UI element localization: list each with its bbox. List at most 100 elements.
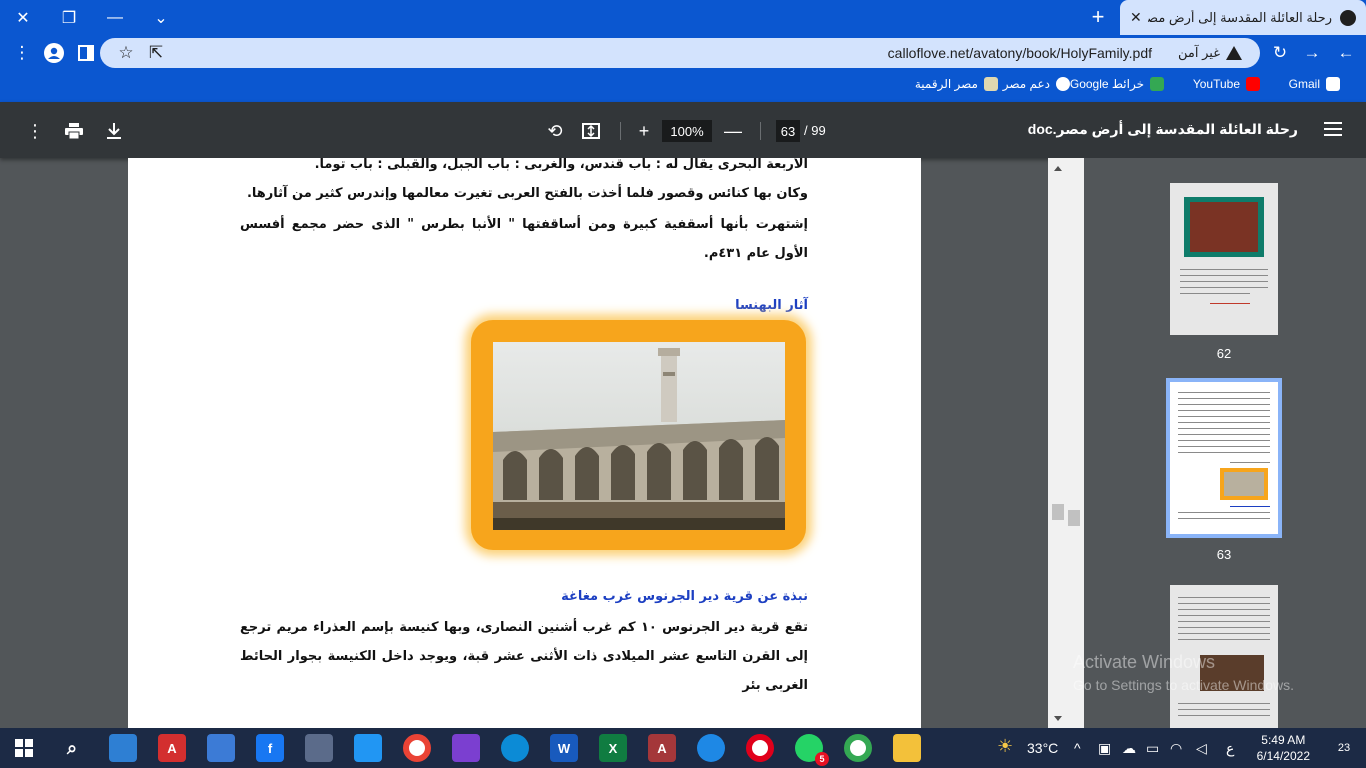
sidepanel-icon[interactable] (76, 43, 96, 63)
bookmark-label: خرائط Google (1069, 77, 1144, 91)
chrome-active-icon[interactable] (844, 734, 872, 762)
weather-temp[interactable]: 33°C (1027, 740, 1058, 756)
bookmark-label: Gmail (1288, 77, 1320, 91)
page-thumbnail-selected[interactable] (1166, 378, 1282, 538)
bookmark-google-maps[interactable]: خرائط Google (1070, 77, 1164, 91)
globe-icon (1340, 9, 1356, 26)
weather-icon[interactable]: ☀ (997, 736, 1013, 757)
security-label: غير آمن (1178, 45, 1220, 60)
sync-icon[interactable] (697, 734, 725, 762)
word-icon[interactable]: W (550, 734, 578, 762)
scroll-thumb-secondary[interactable] (1068, 510, 1080, 526)
scroll-up-icon[interactable] (1054, 166, 1062, 171)
calendar-icon[interactable] (354, 734, 382, 762)
window-minimize-button[interactable]: — (92, 0, 138, 35)
address-bar[interactable]: ☆ ⇱ calloflove.net/avatony/book/HolyFami… (100, 38, 1260, 68)
fit-page-icon[interactable] (580, 120, 602, 142)
volume-icon[interactable]: ◁ (1196, 740, 1207, 757)
search-icon[interactable]: ⌕ (58, 734, 86, 762)
bookmarks-bar: Gmail YouTube خرائط Google دعم مصر مصر ا… (0, 70, 1366, 102)
security-indicator[interactable]: غير آمن (1178, 45, 1242, 61)
tray-chevron-icon[interactable]: ^ (1074, 740, 1081, 756)
clock-time: 5:49 AM (1261, 733, 1306, 747)
scroll-down-icon[interactable] (1054, 716, 1062, 721)
bookmark-label: مصر الرقمية (914, 77, 978, 91)
chrome-icon[interactable] (403, 734, 431, 762)
page-paragraph: إشتهرت بأنها أسقفية كبيرة ومن أساقفتها "… (240, 217, 808, 261)
warning-icon (1226, 46, 1242, 60)
youtube-icon (1246, 77, 1260, 91)
page-number-input[interactable]: 63 (776, 120, 800, 142)
whatsapp-icon[interactable]: 5 (795, 734, 829, 766)
control-panel-icon[interactable] (109, 734, 137, 762)
more-options-icon[interactable]: ⋮ (24, 120, 46, 142)
section-heading: آثار البهنسا (735, 298, 808, 313)
calculator-icon[interactable] (305, 734, 333, 762)
facebook-icon[interactable]: f (256, 734, 284, 762)
divider (760, 122, 761, 140)
url-text[interactable]: calloflove.net/avatony/book/HolyFamily.p… (888, 45, 1152, 61)
tab-close-button[interactable]: ✕ (1130, 9, 1142, 26)
visual-studio-icon[interactable] (452, 734, 480, 762)
opera-icon[interactable] (746, 734, 774, 762)
bookmark-daam-masr[interactable]: دعم مصر (1003, 77, 1070, 91)
page-total: / 99 (804, 123, 826, 138)
section-heading: نبذة عن قرية دير الجرنوس غرب مغاغة (561, 589, 808, 604)
browser-tab[interactable]: رحلة العائلة المقدسة إلى أرض مصر ✕ (1120, 0, 1366, 35)
page-thumbnail[interactable] (1170, 585, 1278, 728)
photo-frame (471, 320, 806, 550)
autocad-icon[interactable]: A (158, 734, 186, 762)
language-indicator[interactable]: ع (1226, 740, 1234, 757)
thumbnail-page-number: 63 (1216, 547, 1232, 562)
battery-icon[interactable]: ▭ (1146, 740, 1159, 757)
zoom-in-button[interactable]: + (633, 120, 655, 142)
pdf-toolbar: ⋮ ⟲ + 100% — 63 / 99 رحلة العائلة المقدس… (0, 102, 1366, 158)
forward-icon[interactable]: → (1302, 43, 1322, 63)
edge-icon[interactable] (501, 734, 529, 762)
thumbnail-page-number: 62 (1216, 346, 1232, 361)
file-explorer-icon[interactable] (893, 734, 921, 762)
page-paragraph: تقع قرية دير الجرنوس ١٠ كم غرب أشنين الن… (240, 620, 809, 693)
title-bar: ✕ ❐ — ⌄ + رحلة العائلة المقدسة إلى أرض م… (0, 0, 1366, 35)
windows-start-icon[interactable] (10, 734, 38, 762)
scroll-thumb[interactable] (1052, 504, 1064, 520)
zoom-level[interactable]: 100% (662, 120, 712, 142)
bookmark-digital-egypt[interactable]: مصر الرقمية (915, 77, 998, 91)
access-icon[interactable]: A (648, 734, 676, 762)
wifi-icon[interactable]: ◠ (1170, 740, 1182, 757)
bookmark-label: YouTube (1192, 77, 1240, 91)
cloud-icon[interactable]: ☁ (1122, 740, 1136, 757)
window-restore-button[interactable]: ❐ (46, 0, 92, 35)
page-thumbnail[interactable] (1170, 183, 1278, 335)
hamburger-menu-icon[interactable] (1324, 122, 1342, 136)
meet-icon[interactable]: ▣ (1098, 740, 1111, 757)
browser-toolbar: ⋮ ☆ ⇱ calloflove.net/avatony/book/HolyFa… (0, 35, 1366, 70)
notifications-icon[interactable]: 23 (1332, 736, 1356, 760)
window-close-button[interactable]: ✕ (0, 0, 46, 35)
menu-dots-icon[interactable]: ⋮ (12, 43, 32, 63)
tab-search-button[interactable]: ⌄ (138, 0, 184, 35)
zoom-out-button[interactable]: — (722, 120, 744, 142)
rotate-icon[interactable]: ⟲ (544, 120, 566, 142)
excel-icon[interactable]: X (599, 734, 627, 762)
download-icon[interactable] (103, 120, 125, 142)
share-icon[interactable]: ⇱ (146, 43, 166, 63)
print-icon[interactable] (63, 120, 85, 142)
clock-date: 6/14/2022 (1256, 749, 1310, 763)
globe-icon (1056, 77, 1070, 91)
page-scrollbar[interactable] (1048, 158, 1084, 728)
bookmark-label: دعم مصر (1002, 77, 1050, 91)
page-text-line: الأربعة البحرى يقال له : باب قندس، والغر… (314, 158, 808, 172)
document-title: رحلة العائلة المقدسة إلى أرض مصر.doc (1027, 121, 1298, 137)
clock[interactable]: 5:49 AM 6/14/2022 (1257, 732, 1310, 764)
star-icon[interactable]: ☆ (116, 43, 136, 63)
profile-icon[interactable] (44, 43, 64, 63)
bookmark-gmail[interactable]: Gmail (1289, 77, 1340, 91)
pdf-page: الأربعة البحرى يقال له : باب قندس، والغر… (128, 158, 921, 728)
tab-title: رحلة العائلة المقدسة إلى أرض مصر (1147, 9, 1332, 25)
magnifier-app-icon[interactable] (207, 734, 235, 762)
bookmark-youtube[interactable]: YouTube (1193, 77, 1260, 91)
new-tab-button[interactable]: + (1085, 4, 1111, 30)
reload-icon[interactable]: ↻ (1270, 43, 1290, 63)
back-icon[interactable]: ← (1336, 43, 1356, 63)
